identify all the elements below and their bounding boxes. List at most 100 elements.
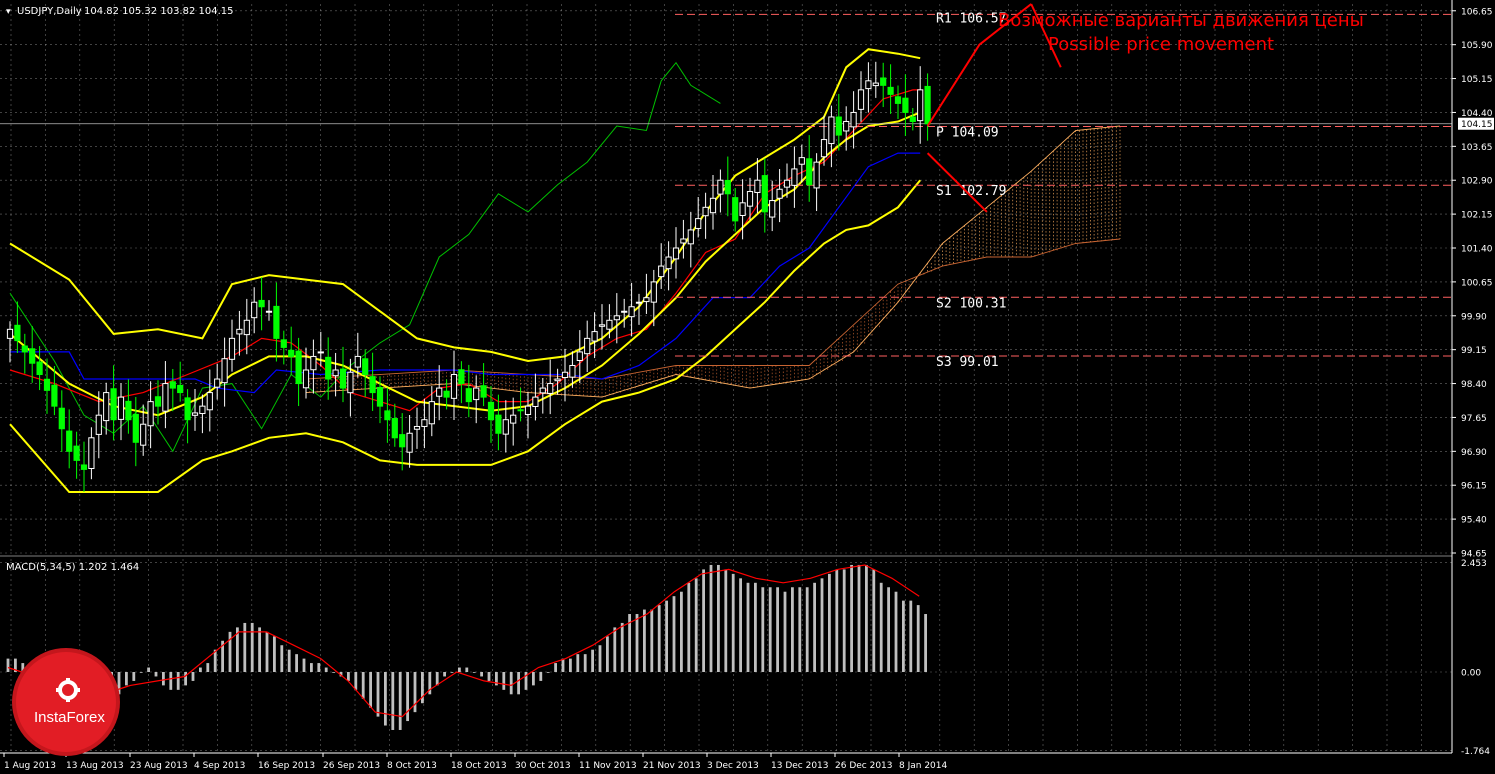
candle-body	[502, 419, 509, 435]
candle-body	[554, 378, 561, 382]
macd-bar	[176, 672, 180, 690]
price-tick-label: 98.40	[1461, 380, 1487, 390]
candle-body	[29, 348, 36, 364]
candle-body	[924, 85, 931, 125]
date-tick-label: 18 Oct 2013	[451, 761, 507, 771]
candle-body	[206, 392, 213, 411]
price-tick-label: 103.65	[1461, 143, 1493, 153]
candle-body	[295, 350, 302, 385]
pivot-label-r1: R1 106.57	[936, 11, 1006, 26]
candle-body	[317, 351, 324, 354]
macd-bar	[169, 672, 173, 690]
macd-bar	[887, 587, 890, 672]
candle-body	[791, 168, 798, 186]
candle-body	[228, 337, 236, 360]
candle-body	[591, 331, 598, 342]
candle-body	[391, 418, 398, 439]
candle-body	[776, 188, 783, 199]
candle-body	[450, 374, 458, 399]
current-price-label: 104.15	[1461, 120, 1493, 130]
candle-body	[894, 96, 902, 104]
macd-bar	[472, 672, 476, 673]
date-tick-label: 16 Sep 2013	[258, 761, 315, 771]
candle-body	[288, 349, 295, 357]
macd-bar	[546, 672, 550, 673]
macd-bar	[835, 569, 839, 672]
candle-body	[754, 179, 761, 193]
candle-body	[621, 310, 628, 313]
candle-body	[902, 97, 909, 113]
macd-bar	[206, 663, 210, 672]
macd-bar	[250, 622, 254, 672]
pivot-label-s3: S3 99.01	[936, 355, 999, 370]
candle-body	[362, 358, 369, 376]
macd-bar	[828, 573, 831, 672]
candle-body	[421, 419, 428, 427]
macd-bar	[487, 672, 491, 681]
macd-bar	[680, 591, 683, 672]
chevron-down-icon[interactable]: ▾	[6, 7, 11, 17]
candle-body	[310, 355, 317, 371]
candle-body	[665, 256, 672, 270]
candle-body	[732, 197, 739, 222]
candle-body	[561, 371, 569, 378]
candle-body	[273, 305, 280, 339]
macd-bar	[635, 614, 639, 672]
date-tick-label: 30 Oct 2013	[515, 761, 571, 771]
candle-body	[103, 392, 110, 422]
macd-bar	[924, 614, 927, 672]
instaforex-logo[interactable]: InstaForex	[12, 648, 120, 756]
candle-body	[650, 281, 657, 303]
candle-body	[739, 202, 746, 216]
macd-bar	[916, 605, 920, 672]
price-tick-label: 95.40	[1461, 516, 1487, 526]
candle-body	[169, 381, 176, 389]
price-tick-label: 101.40	[1461, 245, 1493, 255]
macd-bar	[724, 569, 728, 672]
date-tick-label: 3 Dec 2013	[707, 761, 759, 771]
price-tick-label: 96.90	[1461, 448, 1487, 458]
price-tick-label: 94.65	[1461, 550, 1487, 560]
candle-body	[510, 414, 517, 424]
macd-bar	[731, 573, 735, 672]
candle-body	[14, 324, 21, 342]
usdjpy-chart[interactable]: R1 106.57P 104.09S1 102.79S2 100.31S3 99…	[0, 0, 1495, 774]
candle-body	[539, 387, 546, 394]
candle-body	[473, 387, 480, 401]
macd-bar	[435, 672, 439, 686]
macd-bar	[687, 582, 691, 672]
price-tick-label: 99.90	[1461, 312, 1487, 322]
date-tick-label: 23 Aug 2013	[130, 761, 188, 771]
candle-body	[117, 396, 125, 420]
candle-body	[857, 89, 865, 110]
macd-bar	[332, 672, 335, 673]
macd-bar	[717, 564, 720, 672]
macd-bar	[376, 672, 380, 717]
price-tick-label: 97.65	[1461, 414, 1487, 424]
candle-body	[354, 355, 361, 368]
candle-body	[236, 328, 243, 335]
price-tick-label: 100.65	[1461, 278, 1493, 288]
candle-body	[339, 368, 347, 389]
candle-body	[125, 400, 132, 421]
macd-bar	[657, 605, 661, 672]
candle-body	[598, 324, 606, 327]
candle-body	[480, 385, 487, 398]
macd-bar	[243, 622, 247, 672]
macd-bar	[302, 658, 306, 672]
macd-bar	[702, 569, 705, 672]
macd-bar	[406, 672, 409, 722]
macd-bar	[480, 672, 483, 677]
candle-body	[635, 301, 643, 304]
macd-bar	[879, 582, 883, 672]
candle-body	[887, 86, 894, 95]
candle-body	[495, 414, 502, 434]
macd-bar	[139, 672, 143, 673]
date-tick-label: 4 Sep 2013	[194, 761, 245, 771]
candle-body	[347, 371, 354, 394]
date-tick-label: 26 Dec 2013	[835, 761, 893, 771]
candle-body	[73, 445, 80, 461]
pivot-label-p: P 104.09	[936, 125, 999, 140]
macd-bar	[509, 672, 513, 695]
candle-body	[162, 383, 169, 412]
